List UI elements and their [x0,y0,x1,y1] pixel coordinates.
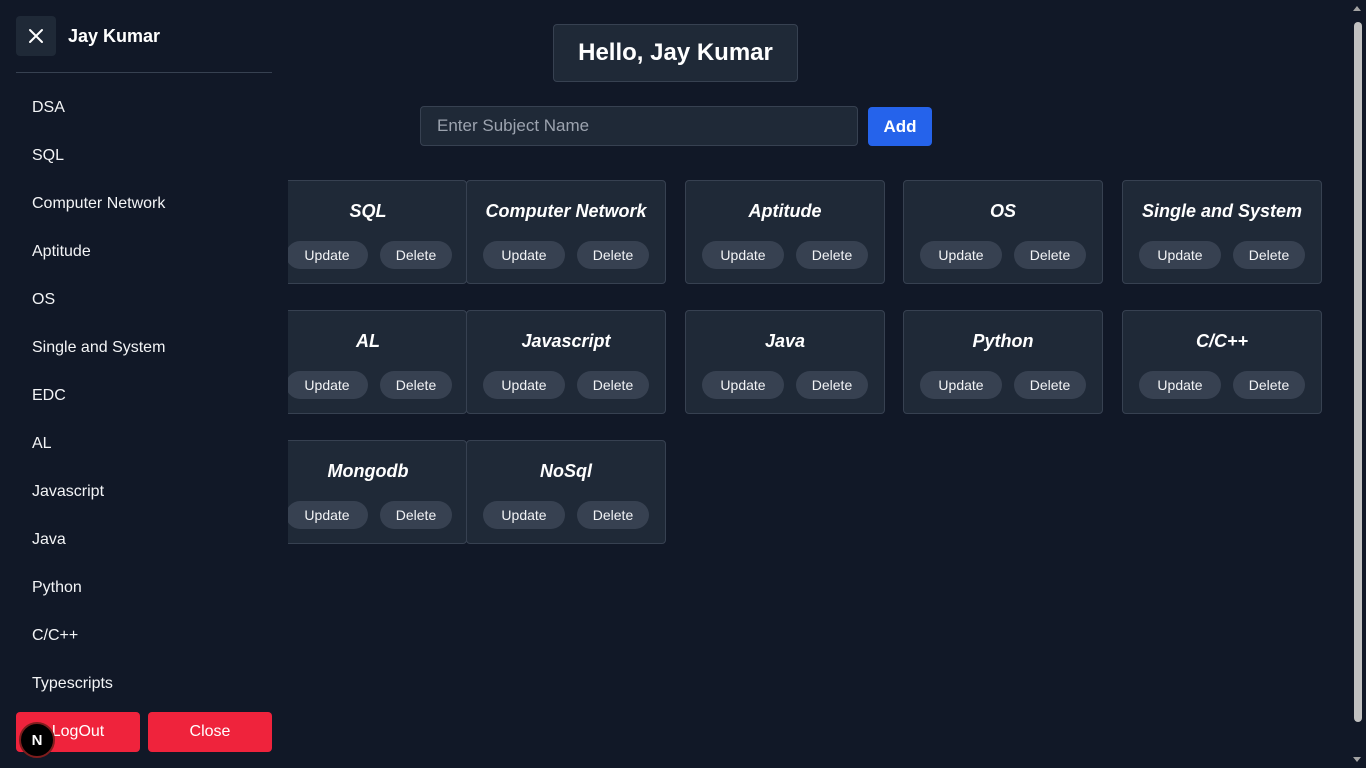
sidebar-item[interactable]: Single and System [32,339,165,357]
update-button[interactable]: Update [288,241,368,269]
delete-button[interactable]: Delete [1014,371,1086,399]
divider [16,72,272,73]
update-button[interactable]: Update [483,371,565,399]
subject-card: Java Update Delete [685,310,885,414]
delete-button[interactable]: Delete [380,241,452,269]
card-title: C/C++ [1195,331,1249,351]
delete-button[interactable]: Delete [380,371,452,399]
update-button[interactable]: Update [702,241,784,269]
sidebar-item[interactable]: Typescripts [32,675,113,693]
sidebar-item[interactable]: Javascript [32,483,104,501]
subject-cards-grid: SQL Update Delete Computer Network Updat… [288,0,1348,768]
close-sidebar-button[interactable]: Close [148,712,272,752]
update-button[interactable]: Update [1139,371,1221,399]
delete-button[interactable]: Delete [1014,241,1086,269]
sidebar-item[interactable]: AL [32,435,52,453]
sidebar: Jay Kumar DSA SQL Computer Network Aptit… [0,0,288,768]
delete-button[interactable]: Delete [577,371,649,399]
sidebar-item[interactable]: Java [32,531,66,549]
update-button[interactable]: Update [920,241,1002,269]
subject-card: Computer Network Update Delete [466,180,666,284]
delete-button[interactable]: Delete [1233,371,1305,399]
delete-button[interactable]: Delete [380,501,452,529]
update-button[interactable]: Update [920,371,1002,399]
card-title: Java [764,331,806,351]
sidebar-item[interactable]: OS [32,291,55,309]
sidebar-item[interactable]: C/C++ [32,627,78,645]
scrollbar[interactable] [1349,0,1366,768]
subject-card: Single and System Update Delete [1122,180,1322,284]
card-title: AL [356,331,380,351]
delete-button[interactable]: Delete [577,501,649,529]
subject-card: AL Update Delete [288,310,467,414]
sidebar-item[interactable]: SQL [32,147,64,165]
subject-card: Mongodb Update Delete [288,440,467,544]
subject-card: Aptitude Update Delete [685,180,885,284]
delete-button[interactable]: Delete [577,241,649,269]
subject-card: NoSql Update Delete [466,440,666,544]
card-title: Mongodb [327,461,409,481]
update-button[interactable]: Update [288,501,368,529]
sidebar-item[interactable]: Computer Network [32,195,165,213]
subject-card: Python Update Delete [903,310,1103,414]
update-button[interactable]: Update [1139,241,1221,269]
card-title: Aptitude [748,201,822,221]
card-title: OS [989,201,1016,221]
scroll-thumb[interactable] [1354,22,1362,722]
subject-card: Javascript Update Delete [466,310,666,414]
subject-card: OS Update Delete [903,180,1103,284]
close-icon [29,29,43,43]
sidebar-item[interactable]: Python [32,579,82,597]
sidebar-item[interactable]: DSA [32,99,65,117]
update-button[interactable]: Update [288,371,368,399]
card-title: Computer Network [485,201,647,221]
update-button[interactable]: Update [483,241,565,269]
card-title: NoSql [540,461,592,481]
scroll-up-icon[interactable] [1353,6,1361,11]
subject-card: C/C++ Update Delete [1122,310,1322,414]
subject-card: SQL Update Delete [288,180,467,284]
dev-tools-badge[interactable]: N [19,722,55,758]
update-button[interactable]: Update [483,501,565,529]
card-title: Python [972,331,1034,351]
sidebar-item[interactable]: EDC [32,387,66,405]
user-name: Jay Kumar [68,26,161,46]
card-title: Javascript [521,331,611,351]
update-button[interactable]: Update [702,371,784,399]
card-title: Single and System [1141,201,1303,221]
delete-button[interactable]: Delete [1233,241,1305,269]
sidebar-item[interactable]: Aptitude [32,243,91,261]
sidebar-close-button[interactable] [16,16,56,56]
delete-button[interactable]: Delete [796,371,868,399]
scroll-down-icon[interactable] [1353,757,1361,762]
card-title: SQL [349,201,387,221]
delete-button[interactable]: Delete [796,241,868,269]
